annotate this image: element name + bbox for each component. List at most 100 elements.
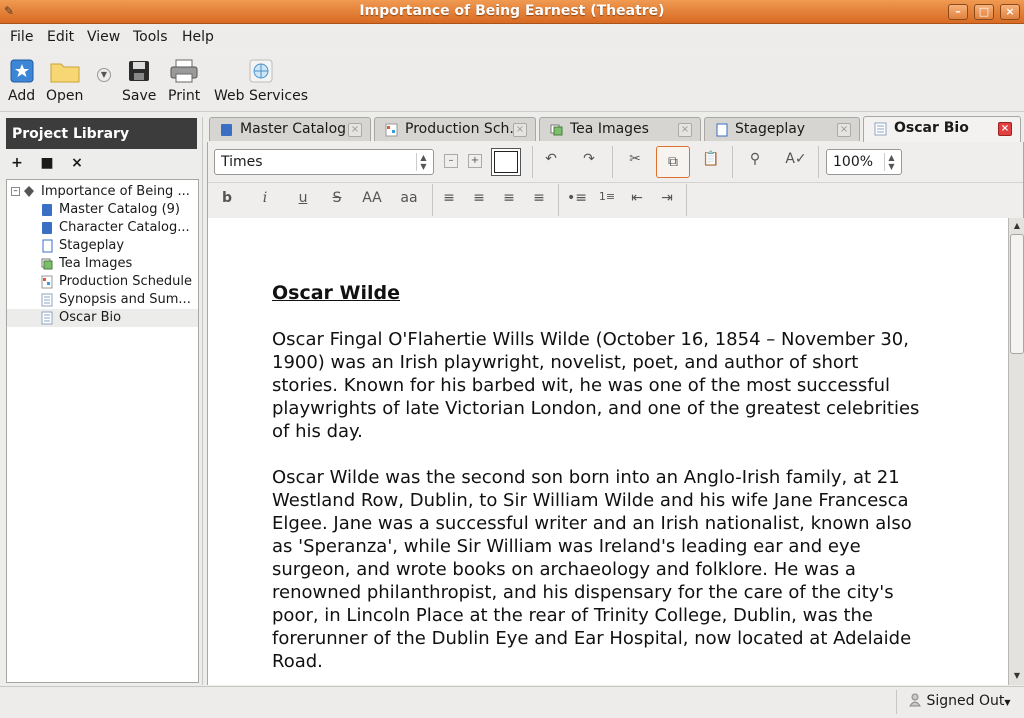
align-right-icon[interactable]: ≡ bbox=[498, 190, 520, 212]
main-toolbar: Add Open ▼ Save Print Web Services bbox=[0, 50, 1024, 112]
align-center-icon[interactable]: ≡ bbox=[468, 190, 490, 212]
find-icon[interactable]: ⚲ bbox=[744, 151, 766, 173]
add-button[interactable]: Add bbox=[8, 58, 35, 104]
schedule-icon bbox=[385, 123, 398, 137]
document-editor[interactable]: Oscar Wilde Oscar Fingal O'Flahertie Wil… bbox=[207, 218, 1008, 685]
maximize-button[interactable]: □ bbox=[974, 4, 994, 20]
tab-stageplay[interactable]: Stageplay × bbox=[704, 117, 860, 141]
italic-button[interactable]: i bbox=[254, 190, 276, 212]
bold-button[interactable]: b bbox=[216, 190, 238, 212]
tab-close-icon[interactable]: × bbox=[348, 123, 362, 137]
document-icon bbox=[41, 293, 53, 307]
catalog-icon bbox=[42, 204, 52, 216]
tree-item-oscar-bio[interactable]: Oscar Bio bbox=[7, 309, 198, 327]
document-content[interactable]: Oscar Wilde Oscar Fingal O'Flahertie Wil… bbox=[272, 282, 922, 685]
underline-button[interactable]: u bbox=[292, 190, 314, 212]
menu-tools[interactable]: Tools bbox=[133, 29, 168, 45]
tree-item-character-catalog[interactable]: Character Catalog... bbox=[7, 219, 198, 237]
document-scrollbar[interactable]: ▲ ▼ bbox=[1008, 218, 1024, 685]
bullet-list-icon[interactable]: •≡ bbox=[566, 190, 588, 212]
scroll-down-icon[interactable]: ▼ bbox=[1010, 669, 1024, 683]
tab-tea-images[interactable]: Tea Images × bbox=[539, 117, 701, 141]
redo-icon[interactable]: ↷ bbox=[578, 151, 600, 173]
format-toolbar: Times ▲ ▼ – + ↶ ↷ ✂ ⧉ 📋 ⚲ A✓ 100% ▲ ▼ b i … bbox=[207, 142, 1024, 218]
outdent-icon[interactable]: ⇤ bbox=[626, 190, 648, 212]
strikethrough-button[interactable]: S bbox=[326, 190, 348, 212]
copy-icon[interactable]: ⧉ bbox=[656, 146, 690, 178]
close-window-button[interactable]: × bbox=[1000, 4, 1020, 20]
spin-arrows-icon: ▲ ▼ bbox=[416, 153, 430, 171]
save-button[interactable]: Save bbox=[122, 58, 156, 104]
tree-item-stageplay[interactable]: Stageplay bbox=[7, 237, 198, 255]
document-paragraph: Oscar Wilde was the second son born into… bbox=[272, 467, 912, 672]
tree-item-tea-images[interactable]: Tea Images bbox=[7, 255, 198, 273]
tab-close-icon[interactable]: × bbox=[513, 123, 527, 137]
menu-bar: File Edit View Tools Help bbox=[0, 25, 1024, 49]
lowercase-button[interactable]: aa bbox=[396, 190, 422, 212]
status-bar: Signed Out▼ bbox=[0, 686, 1024, 718]
new-folder-icon[interactable]: ■ bbox=[38, 155, 56, 173]
spellcheck-icon[interactable]: A✓ bbox=[784, 151, 808, 173]
delete-item-icon[interactable]: × bbox=[68, 155, 86, 173]
project-library-title: Project Library bbox=[6, 118, 197, 149]
add-item-icon[interactable]: + bbox=[8, 155, 26, 173]
images-icon bbox=[41, 258, 53, 270]
tab-oscar-bio[interactable]: Oscar Bio × bbox=[863, 116, 1021, 142]
document-tabs: Master Catalog × Production Sch... × Tea… bbox=[207, 116, 1024, 142]
web-services-button[interactable]: Web Services bbox=[214, 58, 308, 104]
project-library-pane: Project Library + ■ × – Importance of Be… bbox=[4, 117, 200, 683]
undo-icon[interactable]: ↶ bbox=[540, 151, 562, 173]
chevron-down-icon: ▼ bbox=[1004, 698, 1011, 707]
cut-icon[interactable]: ✂ bbox=[624, 151, 646, 173]
tab-master-catalog[interactable]: Master Catalog × bbox=[209, 117, 371, 141]
script-icon bbox=[42, 239, 53, 253]
tree-item-master-catalog[interactable]: Master Catalog (9) bbox=[7, 201, 198, 219]
add-star-icon bbox=[10, 59, 34, 83]
align-justify-icon[interactable]: ≡ bbox=[528, 190, 550, 212]
zoom-select[interactable]: 100% ▲ ▼ bbox=[826, 149, 902, 175]
library-tree: – Importance of Being ... Master Catalog… bbox=[6, 179, 199, 683]
scroll-thumb[interactable] bbox=[1010, 234, 1024, 354]
color-swatch-button[interactable] bbox=[491, 148, 521, 176]
project-icon bbox=[24, 186, 34, 197]
document-icon bbox=[874, 122, 887, 136]
catalog-icon bbox=[42, 222, 52, 234]
signed-status-button[interactable]: Signed Out▼ bbox=[908, 693, 1010, 709]
indent-icon[interactable]: ⇥ bbox=[656, 190, 678, 212]
tab-production-schedule[interactable]: Production Sch... × bbox=[374, 117, 536, 141]
increase-size-icon[interactable]: + bbox=[468, 154, 482, 168]
decrease-size-icon[interactable]: – bbox=[444, 154, 458, 168]
paste-icon[interactable]: 📋 bbox=[700, 151, 722, 173]
print-button[interactable]: Print bbox=[168, 58, 200, 104]
globe-icon bbox=[249, 59, 273, 83]
tree-item-synopsis[interactable]: Synopsis and Sum... bbox=[7, 291, 198, 309]
menu-file[interactable]: File bbox=[10, 29, 33, 45]
spin-arrows-icon: ▲ ▼ bbox=[884, 153, 898, 171]
open-button[interactable]: Open bbox=[46, 58, 83, 104]
tab-close-icon[interactable]: × bbox=[837, 123, 851, 137]
pane-splitter[interactable] bbox=[202, 117, 206, 685]
scroll-up-icon[interactable]: ▲ bbox=[1010, 219, 1024, 233]
script-icon bbox=[716, 123, 728, 137]
menu-help[interactable]: Help bbox=[182, 29, 214, 45]
font-select[interactable]: Times ▲ ▼ bbox=[214, 149, 434, 175]
open-dropdown-icon[interactable]: ▼ bbox=[97, 68, 111, 82]
tree-item-project[interactable]: – Importance of Being ... bbox=[7, 183, 198, 201]
user-icon bbox=[909, 693, 921, 707]
tree-item-production-schedule[interactable]: Production Schedule bbox=[7, 273, 198, 291]
menu-view[interactable]: View bbox=[87, 29, 120, 45]
tab-close-icon[interactable]: × bbox=[678, 123, 692, 137]
collapse-icon[interactable]: – bbox=[11, 187, 20, 196]
menu-edit[interactable]: Edit bbox=[47, 29, 74, 45]
uppercase-button[interactable]: AA bbox=[358, 190, 386, 212]
numbered-list-icon[interactable]: 1≡ bbox=[596, 190, 618, 212]
schedule-icon bbox=[41, 275, 53, 289]
catalog-icon bbox=[221, 124, 232, 136]
align-left-icon[interactable]: ≡ bbox=[438, 190, 460, 212]
document-icon bbox=[41, 311, 53, 325]
images-icon bbox=[550, 124, 563, 136]
tab-close-icon[interactable]: × bbox=[998, 122, 1012, 136]
title-bar: ✎ Importance of Being Earnest (Theatre) … bbox=[0, 0, 1024, 24]
library-toolbar: + ■ × bbox=[4, 153, 200, 177]
minimize-button[interactable]: – bbox=[948, 4, 968, 20]
